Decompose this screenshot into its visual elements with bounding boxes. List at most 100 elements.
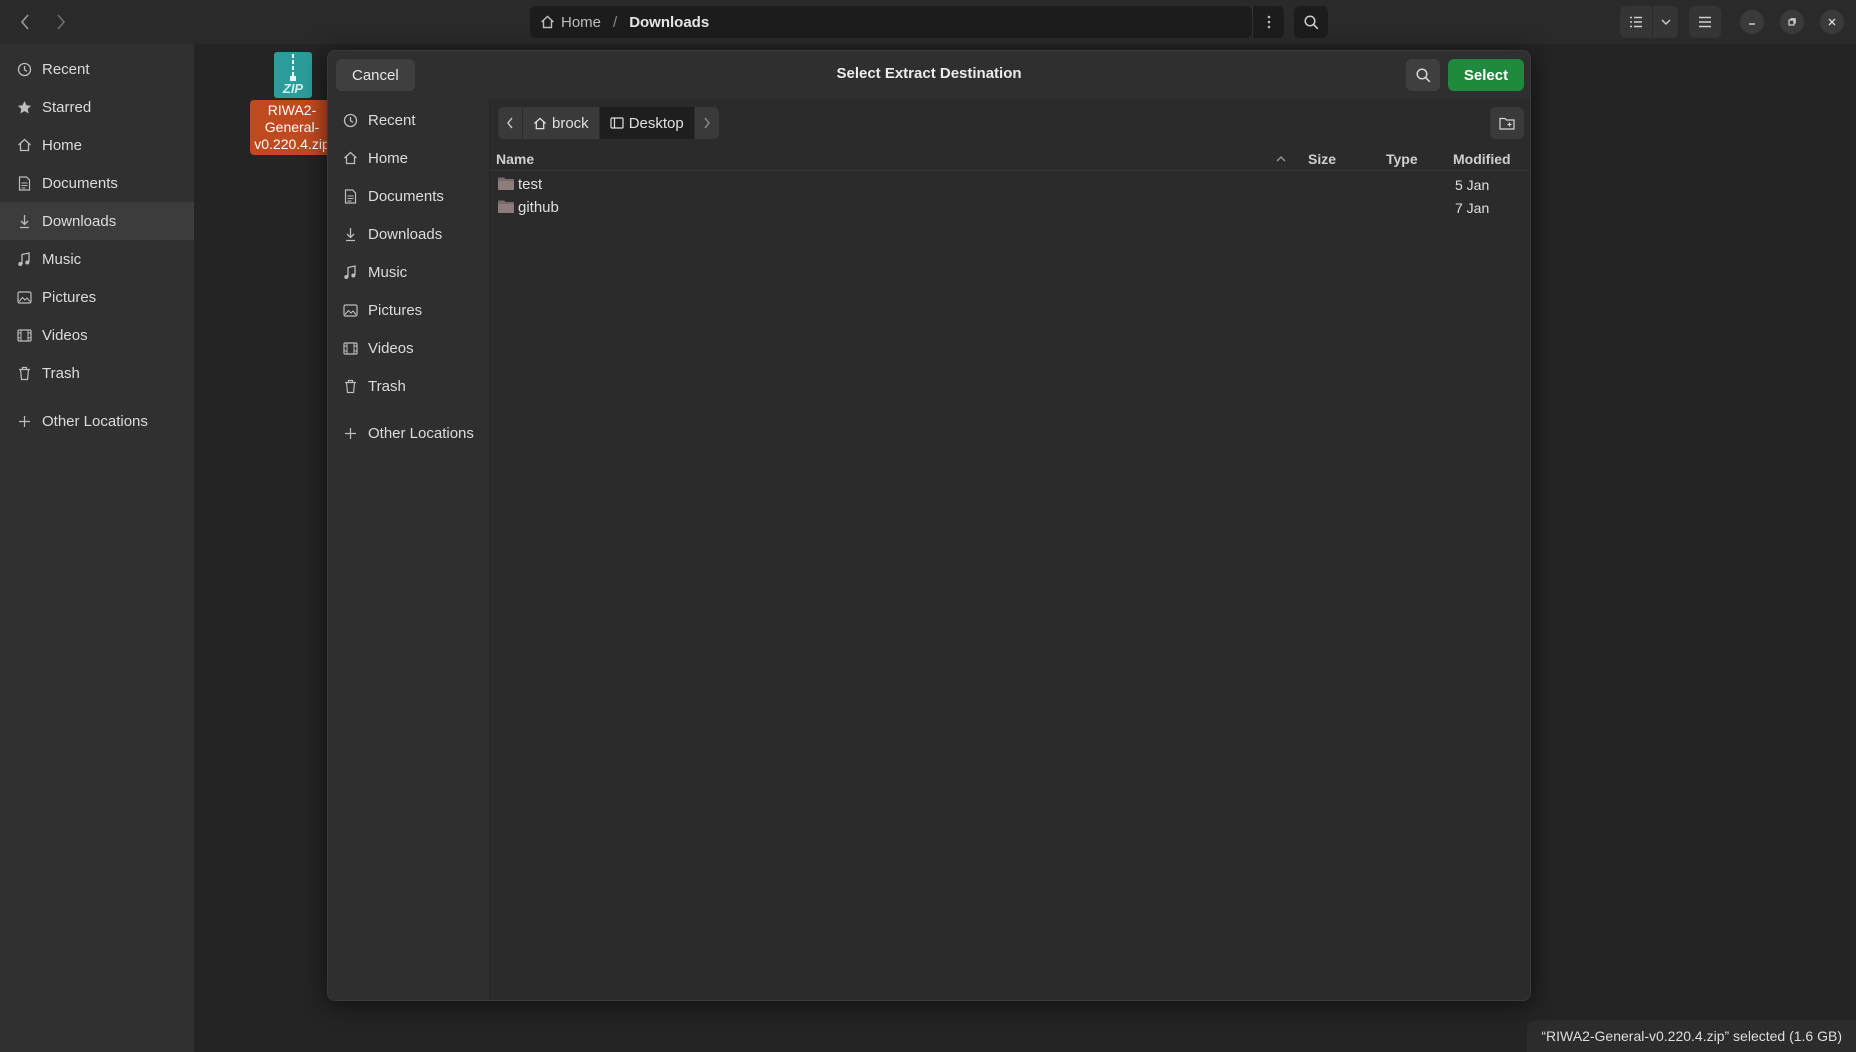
file-modified: 7 Jan [1455,199,1490,216]
breadcrumb-label: brock [552,114,589,132]
sidebar-item-pictures[interactable]: Pictures [0,278,194,316]
sidebar-item-music[interactable]: Music [0,240,194,278]
dialog-sidebar-item-home[interactable]: Home [328,139,489,177]
zip-label-line: General- [264,119,320,135]
minimize-icon [1749,23,1755,25]
dialog-sidebar-item-trash[interactable]: Trash [328,367,489,405]
plus-icon [342,425,358,441]
chevron-left-icon [507,117,513,129]
file-name: github [518,199,559,216]
extract-destination-dialog: Cancel Select Extract Destination Select… [327,50,1531,1001]
trash-icon [342,378,358,394]
table-row[interactable]: test 5 Jan [490,173,1530,196]
search-icon [1415,67,1430,82]
main-menu-button[interactable] [1689,6,1721,38]
zip-label-line: v0.220.4.zip [254,136,330,152]
sidebar-item-home[interactable]: Home [0,126,194,164]
column-size[interactable]: Size [1308,151,1336,167]
dialog-sidebar-item-documents[interactable]: Documents [328,177,489,215]
document-icon [16,175,32,191]
view-options-dropdown[interactable] [1652,6,1678,38]
music-icon [16,251,32,267]
breadcrumb-brock[interactable]: brock [523,107,600,139]
close-button[interactable] [1820,10,1844,34]
sort-ascending-icon [1276,155,1286,162]
sidebar-item-downloads[interactable]: Downloads [0,202,194,240]
video-icon [342,340,358,356]
folder-new-icon [1499,117,1515,130]
dialog-sidebar-label: Pictures [368,301,423,319]
dialog-sidebar-label: Videos [368,339,414,357]
column-modified[interactable]: Modified [1453,151,1511,167]
document-icon [342,188,358,204]
chevron-right-icon [704,117,710,129]
forward-button[interactable] [46,8,76,36]
dialog-sidebar-item-music[interactable]: Music [328,253,489,291]
zip-archive-icon: ZIP [274,52,312,98]
folder-icon [498,200,514,213]
dialog-sidebar-item-videos[interactable]: Videos [328,329,489,367]
breadcrumb-forward-button[interactable] [694,107,720,139]
sidebar-item-label: Videos [42,326,88,344]
video-icon [16,327,32,343]
sidebar-item-recent[interactable]: Recent [0,50,194,88]
sidebar-item-documents[interactable]: Documents [0,164,194,202]
more-vertical-icon [1267,15,1270,29]
select-button[interactable]: Select [1448,59,1524,91]
dialog-header: Cancel Select Extract Destination Select [328,51,1530,99]
path-current[interactable]: Downloads [629,14,709,31]
close-icon [1828,18,1836,26]
dialog-sidebar-item-pictures[interactable]: Pictures [328,291,489,329]
dialog-sidebar-label: Music [368,263,408,281]
search-button[interactable] [1294,6,1328,38]
file-list-header: Name Size Type Modified [490,147,1530,171]
sidebar-item-starred[interactable]: Starred [0,88,194,126]
sidebar-item-videos[interactable]: Videos [0,316,194,354]
selection-status: “RIWA2-General-v0.220.4.zip” selected (1… [1541,1028,1842,1044]
file-manager-headerbar: Home / Downloads [0,0,1856,44]
dialog-search-button[interactable] [1406,59,1440,91]
sidebar-item-label: Starred [42,98,92,116]
search-icon [1303,14,1318,29]
list-view-button[interactable] [1620,6,1652,38]
sidebar-item-label: Pictures [42,288,97,306]
path-separator: / [613,13,618,31]
restore-button[interactable] [1780,10,1804,34]
download-icon [342,226,358,242]
file-name: test [518,176,543,193]
sidebar-item-label: Documents [42,174,118,192]
path-home[interactable]: Home [540,14,601,31]
minimize-button[interactable] [1740,10,1764,34]
sidebar-item-label: Trash [42,364,80,382]
breadcrumb-back-button[interactable] [498,107,523,139]
table-row[interactable]: github 7 Jan [490,196,1530,219]
sidebar-item-label: Other Locations [42,412,148,430]
back-button[interactable] [10,8,40,36]
dialog-sidebar-label: Other Locations [368,424,474,442]
column-name[interactable]: Name [496,151,534,167]
breadcrumb-label: Desktop [628,114,684,132]
sidebar-item-label: Music [42,250,82,268]
dialog-sidebar-item-recent[interactable]: Recent [328,101,489,139]
chevron-down-icon [1661,19,1670,25]
dialog-sidebar-item-other-locations[interactable]: Other Locations [328,414,489,452]
zip-file-label: RIWA2- General- v0.220.4.zip [250,100,334,155]
plus-icon [16,413,32,429]
breadcrumb-desktop[interactable]: Desktop [599,107,695,139]
file-modified: 5 Jan [1455,176,1490,193]
path-menu-button[interactable] [1252,6,1284,38]
dialog-file-list: brock Desktop Name Size Type Modified te [490,99,1530,1000]
status-bar: “RIWA2-General-v0.220.4.zip” selected (1… [1527,1020,1856,1052]
new-folder-button[interactable] [1490,107,1524,139]
chevron-right-icon [57,14,66,30]
home-icon [342,150,358,166]
clock-icon [342,112,358,128]
column-type[interactable]: Type [1386,151,1418,167]
sidebar-item-other-locations[interactable]: Other Locations [0,402,194,440]
dialog-sidebar-item-downloads[interactable]: Downloads [328,215,489,253]
sidebar-item-label: Home [42,136,83,154]
zip-icon-text: ZIP [282,81,304,96]
sidebar-item-trash[interactable]: Trash [0,354,194,392]
path-home-label: Home [561,13,602,31]
dialog-sidebar-label: Trash [368,377,406,395]
